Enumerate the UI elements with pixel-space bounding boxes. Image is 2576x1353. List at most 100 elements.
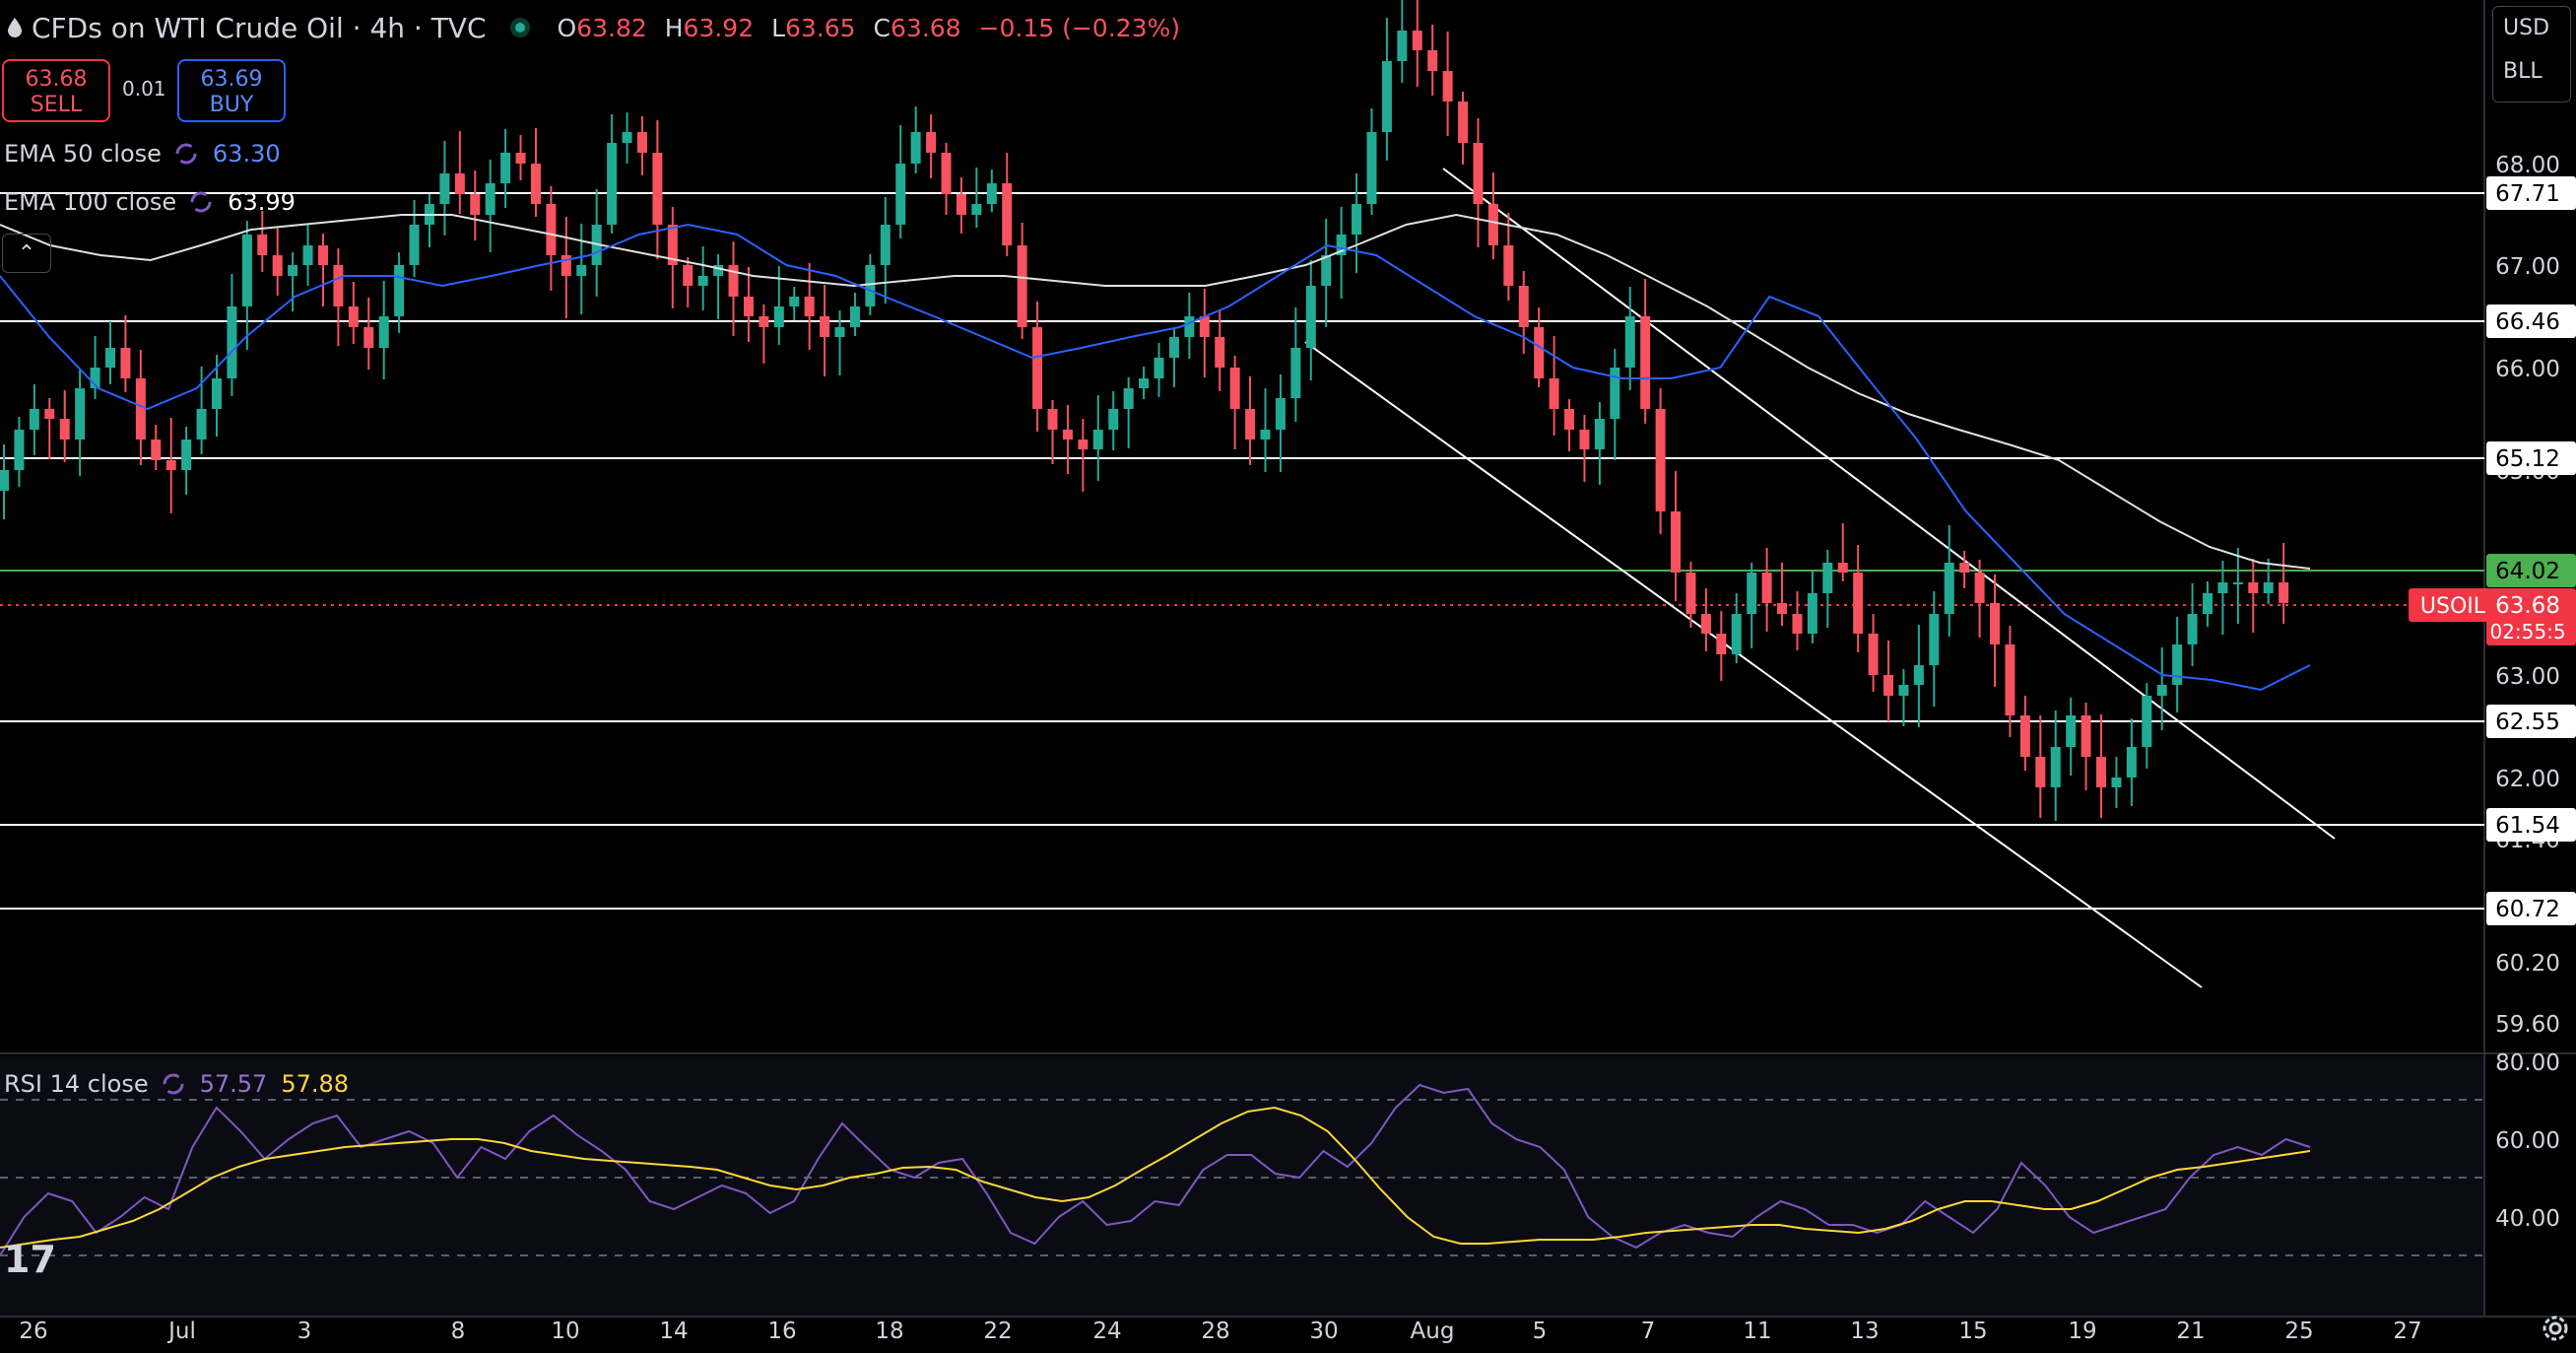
candle-body — [500, 153, 511, 183]
ema100-legend[interactable]: EMA 100 close 63.99 — [4, 188, 296, 216]
level-price-tag: 61.54 — [2495, 813, 2560, 839]
candle-body — [1777, 603, 1788, 614]
time-tick-label: Aug — [1411, 1319, 1455, 1344]
candle-body — [181, 440, 192, 470]
sell-label: SELL — [30, 93, 83, 117]
candle-body — [1564, 409, 1575, 430]
candle-body — [2142, 696, 2152, 747]
candle-body — [1366, 132, 1377, 204]
time-tick-label: 10 — [551, 1319, 579, 1344]
candle-body — [1944, 563, 1954, 614]
candle-body — [636, 132, 647, 153]
candle-body — [211, 378, 222, 409]
candle-body — [59, 419, 70, 440]
candle-body — [804, 297, 815, 316]
candle-body — [1518, 286, 1529, 327]
candle-body — [348, 306, 359, 327]
time-tick-label: 13 — [1850, 1319, 1879, 1344]
candle-body — [104, 348, 115, 368]
price-chart[interactable]: 80.0060.0040.00 68.0067.0066.0065.0063.0… — [0, 0, 2576, 1353]
chart-legend-header: CFDs on WTI Crude Oil · 4h · TVC O63.82 … — [8, 8, 1180, 47]
candle-body — [241, 235, 252, 306]
candle-body — [1381, 61, 1392, 132]
time-tick-label: 14 — [659, 1319, 688, 1344]
market-open-dot-icon[interactable] — [509, 18, 530, 37]
candle-body — [2066, 715, 2077, 747]
candle-body — [454, 173, 465, 194]
tradingview-logo[interactable]: 17 — [4, 1238, 56, 1281]
time-tick-label: 3 — [297, 1319, 312, 1344]
candle-body — [363, 327, 374, 348]
buy-label: BUY — [209, 93, 254, 117]
symbol-title[interactable]: CFDs on WTI Crude Oil · 4h · TVC — [32, 12, 487, 44]
rsi-tick-label: 60.00 — [2495, 1128, 2560, 1154]
level-price-tag: 65.12 — [2495, 446, 2560, 472]
candle-body — [1549, 378, 1559, 409]
ema100-value: 63.99 — [228, 188, 296, 216]
candle-body — [941, 153, 952, 194]
candle-body — [14, 430, 25, 470]
price-tick-label: 60.20 — [2495, 951, 2560, 977]
candle-body — [849, 306, 860, 327]
candle-body — [607, 143, 618, 225]
candle-body — [1184, 316, 1195, 337]
time-tick-label: 21 — [2176, 1319, 2205, 1344]
candle-body — [1427, 50, 1438, 71]
candle-body — [485, 183, 495, 215]
candle-body — [2263, 582, 2274, 593]
candle-body — [2187, 614, 2198, 644]
currency-unit-box[interactable]: USD BLL — [2492, 6, 2571, 102]
time-tick-label: 11 — [1743, 1319, 1771, 1344]
price-tick-label: 59.60 — [2495, 1012, 2560, 1038]
candle-body — [1017, 245, 1027, 327]
candle-body — [1260, 430, 1271, 440]
candle-body — [1047, 409, 1058, 430]
ema-price-tag: 64.02 — [2495, 559, 2560, 584]
candle-body — [151, 440, 162, 460]
data-loading-icon — [163, 1073, 184, 1095]
candle-body — [530, 164, 541, 204]
level-price-tag: 67.71 — [2495, 181, 2560, 207]
candle-body — [1352, 204, 1362, 235]
gear-icon[interactable] — [2540, 1313, 2571, 1344]
candle-body — [2248, 582, 2259, 593]
sell-button[interactable]: 63.68 SELL — [2, 59, 110, 122]
candle-body — [1807, 593, 1817, 634]
candle-body — [1837, 563, 1848, 573]
candle-body — [697, 276, 708, 286]
candle-body — [1913, 665, 1924, 685]
candle-body — [75, 388, 86, 440]
candle-body — [728, 265, 739, 297]
candle-body — [1397, 31, 1408, 61]
buy-button[interactable]: 63.69 BUY — [177, 59, 286, 122]
rsi-value: 57.57 — [199, 1070, 268, 1098]
ema100-label: EMA 100 close — [4, 188, 177, 216]
candle-body — [1154, 358, 1164, 378]
chevron-up-icon[interactable]: ⌃ — [2, 234, 51, 273]
time-tick-label: 8 — [451, 1319, 466, 1344]
candle-body — [1792, 614, 1803, 634]
time-tick-label: Jul — [166, 1319, 196, 1344]
rsi-legend[interactable]: RSI 14 close 57.57 57.88 — [4, 1070, 349, 1098]
candle-body — [1215, 337, 1225, 368]
candle-body — [546, 204, 557, 255]
candle-body — [1458, 101, 1469, 143]
current-price-tag: 63.68 — [2495, 593, 2560, 619]
candle-body — [2126, 747, 2137, 778]
rsi-ma-value: 57.88 — [281, 1070, 350, 1098]
price-tick-label: 62.00 — [2495, 767, 2560, 792]
candle-body — [1108, 409, 1119, 430]
candle-body — [135, 378, 146, 440]
candle-body — [2005, 644, 2015, 715]
unit-label: BLL — [2503, 59, 2543, 84]
data-loading-icon — [190, 191, 212, 213]
candle-body — [1716, 634, 1727, 654]
candle-body — [1671, 511, 1682, 573]
buy-price: 63.69 — [200, 67, 263, 92]
candle-body — [759, 316, 769, 327]
candle-body — [1321, 255, 1332, 286]
price-tick-label: 66.00 — [2495, 357, 2560, 382]
candle-body — [165, 460, 176, 470]
ema50-legend[interactable]: EMA 50 close 63.30 — [4, 140, 281, 168]
candle-body — [1473, 143, 1484, 204]
